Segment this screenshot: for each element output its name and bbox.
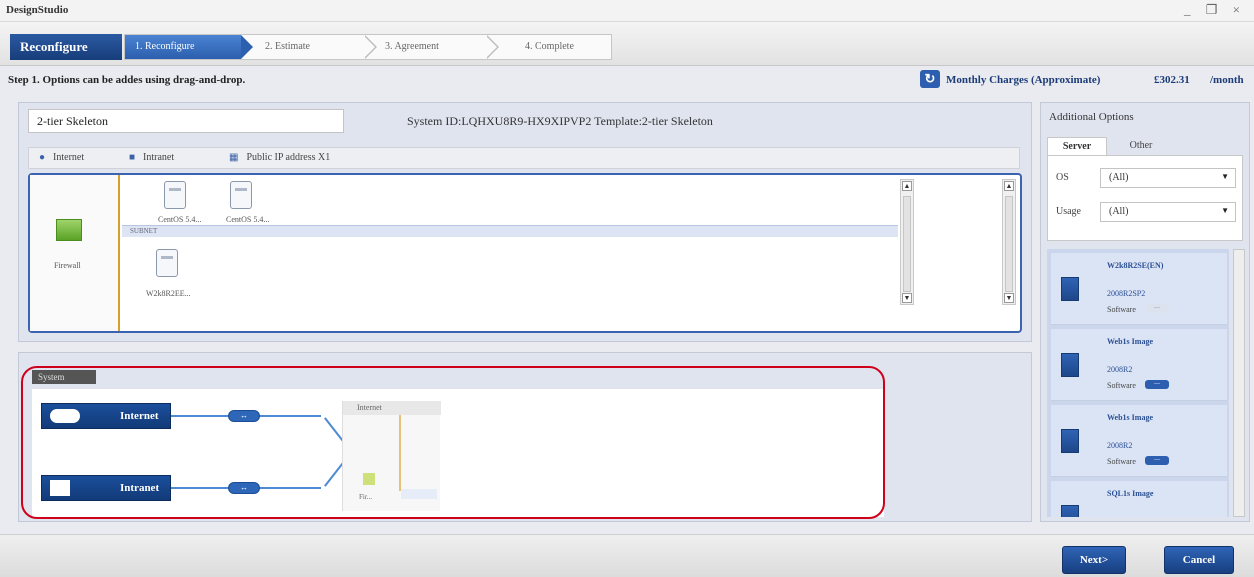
tab-server[interactable]: Server [1047, 137, 1107, 155]
system-overview-panel: System Internet Intranet ↔ ↔ Internet Fi… [18, 352, 1032, 522]
step-complete[interactable]: 4. Complete [525, 35, 609, 59]
network-toolbar: ● Internet ■ Intranet ▦ Public IP address X… [28, 147, 1020, 169]
step-chevron-icon [364, 35, 377, 59]
additional-options-title: Additional Options [1049, 111, 1134, 123]
refresh-icon[interactable]: ↻ [920, 70, 940, 88]
step-reconfigure[interactable]: 1. Reconfigure [125, 35, 241, 59]
system-id-label: System ID:LQHXU8R9-HX9XIPVP2 Template:2-… [407, 114, 713, 128]
filters-box: OS (All) ▼ Usage (All) ▼ [1047, 155, 1243, 241]
cancel-button[interactable]: Cancel [1164, 546, 1234, 574]
firewall-icon[interactable] [56, 219, 82, 241]
system-name-input[interactable]: 2-tier Skeleton [28, 109, 344, 133]
wizard-bar: Reconfigure 1. Reconfigure 2. Estimate 3… [0, 22, 1254, 66]
ip-icon: ▦ [229, 152, 239, 163]
charges-unit: /month [1210, 74, 1244, 86]
server-label: CentOS 5.4... [226, 215, 270, 224]
server-image-icon [1061, 277, 1079, 301]
network-item-internet[interactable]: ● Internet [39, 152, 84, 163]
subnet-strip[interactable]: SUBNET [122, 225, 898, 237]
filter-os-label: OS [1056, 172, 1069, 183]
canvas-scrollbar[interactable]: ▲ ▼ [900, 179, 914, 305]
wizard-brand: Reconfigure [10, 34, 122, 60]
option-card[interactable]: W2k8R2SE(EN) 2008R2SP2 Software — [1051, 253, 1227, 325]
step-chevron-icon [241, 35, 253, 59]
intranet-icon: ■ [129, 152, 136, 163]
server-icon[interactable] [230, 181, 252, 209]
firewall-column: Firewall [30, 175, 120, 331]
app-title: DesignStudio [6, 4, 69, 16]
network-item-public-ip[interactable]: ▦ Public IP address X1 [229, 152, 330, 163]
server-image-icon [1061, 353, 1079, 377]
scroll-down-icon[interactable]: ▼ [902, 293, 912, 303]
globe-icon: ● [39, 152, 46, 163]
option-card[interactable]: Web1s Image 2008R2 Software — [1051, 405, 1227, 477]
filter-usage-label: Usage [1056, 206, 1081, 217]
scroll-down-icon[interactable]: ▼ [1004, 293, 1014, 303]
chevron-down-icon: ▼ [1221, 206, 1229, 215]
step-instruction: Step 1. Options can be addes using drag-… [8, 74, 246, 86]
scroll-up-icon[interactable]: ▲ [1004, 181, 1014, 191]
server-label: CentOS 5.4... [158, 215, 202, 224]
server-image-icon [1061, 429, 1079, 453]
highlight-frame [21, 366, 885, 519]
options-scrollbar[interactable] [1233, 249, 1245, 517]
scroll-thumb[interactable] [1005, 196, 1013, 292]
title-bar: DesignStudio _ ❐ × [0, 0, 1254, 22]
design-canvas[interactable]: Firewall CentOS 5.4... CentOS 5.4... SUB… [28, 173, 1022, 333]
step-chevron-icon [486, 35, 499, 59]
software-badge: — [1145, 456, 1169, 465]
charges-label: Monthly Charges (Approximate) [946, 74, 1101, 86]
charges-amount: £302.31 [1154, 74, 1190, 86]
options-tabs: Server Other [1047, 137, 1243, 155]
software-badge: — [1145, 380, 1169, 389]
os-select[interactable]: (All) ▼ [1100, 168, 1236, 188]
configuration-panel: 2-tier Skeleton System ID:LQHXU8R9-HX9XI… [18, 102, 1032, 342]
usage-select[interactable]: (All) ▼ [1100, 202, 1236, 222]
server-label: W2k8R2EE... [146, 289, 191, 298]
server-db-icon[interactable] [156, 249, 178, 277]
chevron-down-icon: ▼ [1221, 172, 1229, 181]
option-cards-list: W2k8R2SE(EN) 2008R2SP2 Software — Web1s … [1047, 249, 1229, 517]
canvas-scrollbar[interactable]: ▲ ▼ [1002, 179, 1016, 305]
scroll-up-icon[interactable]: ▲ [902, 181, 912, 191]
server-image-icon [1061, 505, 1079, 517]
option-card[interactable]: SQL1s Image [1051, 481, 1227, 517]
option-card[interactable]: Web1s Image 2008R2 Software — [1051, 329, 1227, 401]
additional-options-panel: Additional Options Server Other OS (All)… [1040, 102, 1250, 522]
firewall-label: Firewall [54, 261, 81, 270]
software-badge: — [1145, 304, 1169, 313]
step-estimate[interactable]: 2. Estimate [265, 35, 361, 59]
wizard-steps: 1. Reconfigure 2. Estimate 3. Agreement … [124, 34, 612, 60]
scroll-thumb[interactable] [903, 196, 911, 292]
network-item-intranet[interactable]: ■ Intranet [129, 152, 174, 163]
footer-bar: Next> Cancel [0, 534, 1254, 577]
window-controls[interactable]: _ ❐ × [1184, 2, 1246, 18]
next-button[interactable]: Next> [1062, 546, 1126, 574]
step-agreement[interactable]: 3. Agreement [385, 35, 485, 59]
server-icon[interactable] [164, 181, 186, 209]
tab-other[interactable]: Other [1111, 137, 1171, 155]
